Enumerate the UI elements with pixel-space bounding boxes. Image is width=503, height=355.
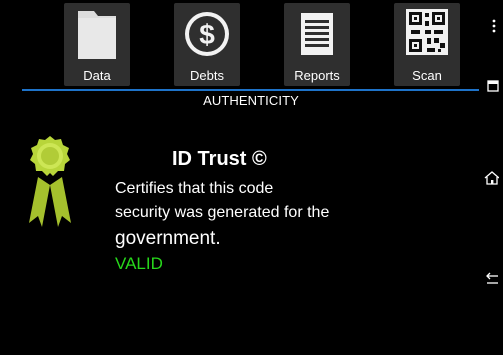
tab-reports[interactable]: Reports xyxy=(284,3,350,86)
svg-text:$: $ xyxy=(199,19,215,50)
app-content: Data $ Debts Reports Scan AUTHENTICITY I… xyxy=(22,0,480,355)
dollar-icon: $ xyxy=(185,12,229,56)
tab-data[interactable]: Data xyxy=(64,3,130,86)
certificate-line-2: security was generated for the xyxy=(115,204,330,221)
tab-debts-label: Debts xyxy=(190,68,224,83)
certificate-line-1: Certifies that this code xyxy=(115,180,274,197)
app-frame: Data $ Debts Reports Scan AUTHENTICITY I… xyxy=(0,0,503,355)
tab-debts[interactable]: $ Debts xyxy=(174,3,240,86)
certificate-body: Certifies that this code security was ge… xyxy=(115,177,445,274)
award-ribbon-icon xyxy=(29,136,71,227)
tab-scan[interactable]: Scan xyxy=(394,3,460,86)
qr-code-icon xyxy=(406,9,448,55)
report-icon xyxy=(301,13,333,55)
top-toolbar: Data $ Debts Reports Scan xyxy=(22,0,480,91)
certificate-line-3: government. xyxy=(115,228,221,249)
folder-icon xyxy=(78,11,116,59)
certificate-title: ID Trust © xyxy=(172,148,267,170)
page-title: AUTHENTICITY xyxy=(203,93,299,108)
tab-data-label: Data xyxy=(83,68,111,83)
validity-status: VALID xyxy=(115,254,163,273)
tab-reports-label: Reports xyxy=(294,68,340,83)
more-icon[interactable] xyxy=(483,18,499,34)
system-nav-bar xyxy=(479,0,503,355)
recent-apps-icon[interactable] xyxy=(483,78,499,94)
tab-scan-label: Scan xyxy=(412,68,442,83)
home-icon[interactable] xyxy=(483,170,499,186)
back-icon[interactable] xyxy=(483,270,499,286)
toolbar-divider xyxy=(22,89,480,91)
